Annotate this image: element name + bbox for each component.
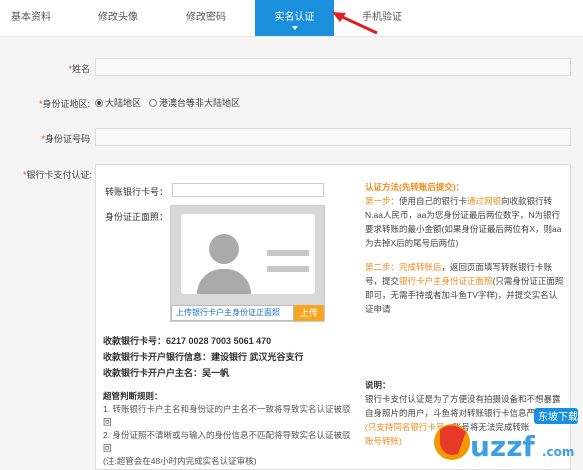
upload-button[interactable]: 上传 <box>294 305 324 321</box>
rule-2: 2. 身份证照不清晰或与输入的身份信息不匹配将导致实名认证被驳回 <box>103 430 351 453</box>
method-title: 认证方法(先转账后提交)： <box>365 182 465 192</box>
svg-text:.com: .com <box>542 445 574 459</box>
id-number-input[interactable] <box>95 128 571 146</box>
svg-text:uzzf: uzzf <box>470 430 536 463</box>
auth-method-panel: 认证方法(先转账后提交)： 第一步：使用自己的银行卡通过网银向收款银行转N.aa… <box>365 180 565 316</box>
radio-selected-icon <box>95 99 103 107</box>
bank-auth-label: *银行卡支付认证: <box>22 170 92 180</box>
name-input[interactable] <box>95 58 571 76</box>
transfer-card-label: 转账银行卡号： <box>105 187 169 197</box>
step-1: 第一步：使用自己的银行卡通过网银向收款银行转N.aa人民币，aa为您身份证最后两… <box>365 196 562 248</box>
id-photo-upload: 上传银行卡户主身份证正面照 上传 <box>170 205 325 322</box>
card-text-line <box>267 266 309 272</box>
id-number-label: *身份证号码 <box>41 134 90 144</box>
uzzf-watermark-logo: uzzf .com 东坡下载 <box>434 408 578 463</box>
receive-owner-name: 收款银行卡开户户主名：吴一帆 <box>103 368 230 378</box>
region-label: *身份证地区: <box>38 99 90 109</box>
rule-3: (注:超管会在48小时内完成实名认证审核) <box>103 456 257 466</box>
tab-basic-info[interactable]: 基本资料 <box>0 0 62 36</box>
card-text-line <box>267 250 309 256</box>
region-radio-group: 大陆地区 港澳台等非大陆地区 <box>95 96 240 109</box>
rules-title: 超管判断规则： <box>103 391 163 401</box>
radio-unselected-icon <box>149 99 158 107</box>
region-option-mainland[interactable]: 大陆地区 <box>95 96 141 109</box>
tab-change-avatar[interactable]: 修改头像 <box>84 0 152 36</box>
svg-text:东坡下载: 东坡下载 <box>538 410 578 423</box>
name-label: *姓名 <box>68 64 90 74</box>
step-2: 第二步：完成转账后，返回页面填写转账银行卡账号，提交银行卡户主身份证正面照(只需… <box>365 262 564 314</box>
person-icon <box>209 234 239 264</box>
id-card-placeholder-icon <box>181 214 315 294</box>
rule-1: 1. 转账银行卡户主名和身份证的户主名不一致将导致实名认证被驳回 <box>103 404 351 427</box>
person-body-shape <box>197 269 251 294</box>
tab-bar: 基本资料 修改头像 修改密码 实名认证 手机验证 <box>0 0 583 36</box>
receive-bank-info: 收款银行卡开户银行信息：建设银行 武汉光谷支行 <box>103 352 304 362</box>
tab-real-name[interactable]: 实名认证 <box>255 0 334 36</box>
review-rules: 超管判断规则： 1. 转账银行卡户主名和身份证的户主名不一致将导致实名认证被驳回… <box>103 390 353 468</box>
note-title: 说明： <box>365 380 391 390</box>
region-option-hk-mo-tw[interactable]: 港澳台等非大陆地区 <box>149 96 240 109</box>
caret-down-icon <box>291 26 298 30</box>
red-arrow-icon <box>332 12 378 35</box>
tab-change-password[interactable]: 修改密码 <box>170 0 242 36</box>
upload-id-photo-link[interactable]: 上传银行卡户主身份证正面照 <box>171 305 294 321</box>
tab-real-name-label: 实名认证 <box>274 12 315 23</box>
id-photo-label: 身份证正面照： <box>105 212 169 222</box>
receive-card-number: 收款银行卡号：6217 0028 7003 5061 470 <box>103 336 272 346</box>
transfer-card-input[interactable] <box>172 183 324 197</box>
